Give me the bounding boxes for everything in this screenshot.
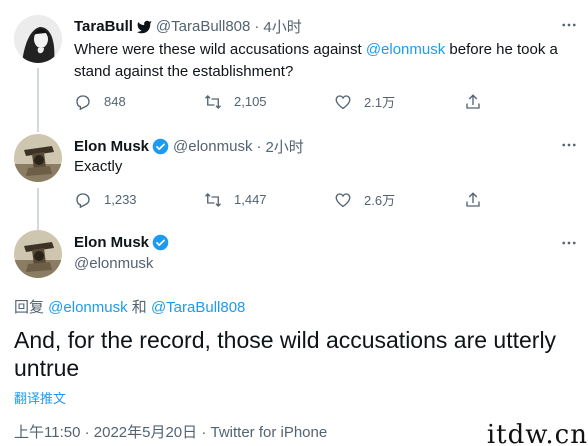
share-button[interactable] bbox=[464, 93, 588, 111]
mention-link[interactable]: @elonmusk bbox=[366, 41, 445, 58]
like-button[interactable]: 2.1万 bbox=[334, 92, 464, 111]
tweet2-header: Elon Musk @elonmusk · 2小时 bbox=[74, 136, 304, 157]
share-icon bbox=[466, 191, 480, 207]
author-handle[interactable]: @TaraBull808 bbox=[156, 18, 250, 35]
avatar-tarabull[interactable] bbox=[14, 15, 62, 63]
tweet-source[interactable]: Twitter for iPhone bbox=[210, 424, 327, 441]
like-count: 2.6万 bbox=[364, 193, 396, 208]
tweet-tarabull[interactable]: TaraBull @TaraBull808 · 4小时 Where were t… bbox=[0, 0, 588, 130]
watermark: itdw.cn bbox=[486, 420, 588, 446]
reply-count: 1,233 bbox=[104, 192, 137, 207]
reply-icon bbox=[76, 192, 90, 208]
tweet-text: Where were these wild accusations agains… bbox=[74, 39, 574, 83]
retweet-icon bbox=[205, 94, 221, 109]
reply-button[interactable]: 848 bbox=[74, 93, 204, 111]
avatar-elonmusk[interactable] bbox=[14, 230, 62, 278]
like-icon bbox=[335, 192, 351, 207]
translate-link[interactable]: 翻译推文 bbox=[14, 388, 66, 407]
verified-badge-icon bbox=[152, 138, 169, 155]
reply-icon bbox=[76, 94, 90, 110]
retweet-icon bbox=[205, 192, 221, 207]
main-tweet-author: Elon Musk bbox=[74, 234, 169, 251]
author-handle[interactable]: @elonmusk bbox=[74, 255, 153, 272]
like-button[interactable]: 2.6万 bbox=[334, 190, 464, 209]
more-icon[interactable] bbox=[560, 16, 578, 34]
separator: · bbox=[256, 138, 262, 155]
reply-and: 和 bbox=[127, 299, 151, 316]
author-handle[interactable]: @elonmusk bbox=[173, 138, 252, 155]
share-button[interactable] bbox=[464, 191, 588, 209]
separator: · bbox=[254, 18, 260, 35]
replying-to: 回复 @elonmusk 和 @TaraBull808 bbox=[14, 296, 245, 317]
tweet-time[interactable]: 2小时 bbox=[265, 136, 303, 157]
tweet1-actions: 848 2,105 2.1万 bbox=[74, 92, 588, 111]
author-name[interactable]: TaraBull bbox=[74, 18, 133, 35]
reply-count: 848 bbox=[104, 94, 126, 109]
retweet-button[interactable]: 2,105 bbox=[204, 93, 334, 111]
tweet-text-part: Where were these wild accusations agains… bbox=[74, 41, 366, 58]
like-icon bbox=[335, 94, 351, 109]
mention-link[interactable]: @elonmusk bbox=[48, 299, 127, 316]
like-count: 2.1万 bbox=[364, 95, 396, 110]
tweet-meta: 上午11:50 · 2022年5月20日 · Twitter for iPhon… bbox=[14, 421, 327, 442]
reply-button[interactable]: 1,233 bbox=[74, 191, 204, 209]
verified-badge-icon bbox=[136, 20, 152, 33]
tweet2-actions: 1,233 1,447 2.6万 bbox=[74, 190, 588, 209]
more-icon[interactable] bbox=[560, 234, 578, 252]
main-tweet-text: And, for the record, those wild accusati… bbox=[14, 327, 557, 381]
author-name[interactable]: Elon Musk bbox=[74, 138, 149, 155]
tweet-text: Exactly bbox=[74, 158, 123, 175]
reply-prefix: 回复 bbox=[14, 299, 49, 316]
mention-link[interactable]: @TaraBull808 bbox=[151, 299, 245, 316]
more-icon[interactable] bbox=[560, 136, 578, 154]
tweet-elon-exactly[interactable]: Elon Musk @elonmusk · 2小时 Exactly 1,233 … bbox=[0, 130, 588, 230]
verified-badge-icon bbox=[152, 234, 169, 251]
retweet-button[interactable]: 1,447 bbox=[204, 191, 334, 209]
share-icon bbox=[466, 93, 480, 109]
main-tweet-handle-row: @elonmusk bbox=[74, 255, 153, 272]
tweet1-header: TaraBull @TaraBull808 · 4小时 bbox=[74, 16, 302, 37]
tweet-timestamp[interactable]: 上午11:50 · 2022年5月20日 · bbox=[14, 424, 210, 441]
avatar-elonmusk[interactable] bbox=[14, 134, 62, 182]
tweet-time[interactable]: 4小时 bbox=[263, 16, 301, 37]
author-name[interactable]: Elon Musk bbox=[74, 234, 149, 251]
retweet-count: 2,105 bbox=[234, 94, 267, 109]
retweet-count: 1,447 bbox=[234, 192, 267, 207]
